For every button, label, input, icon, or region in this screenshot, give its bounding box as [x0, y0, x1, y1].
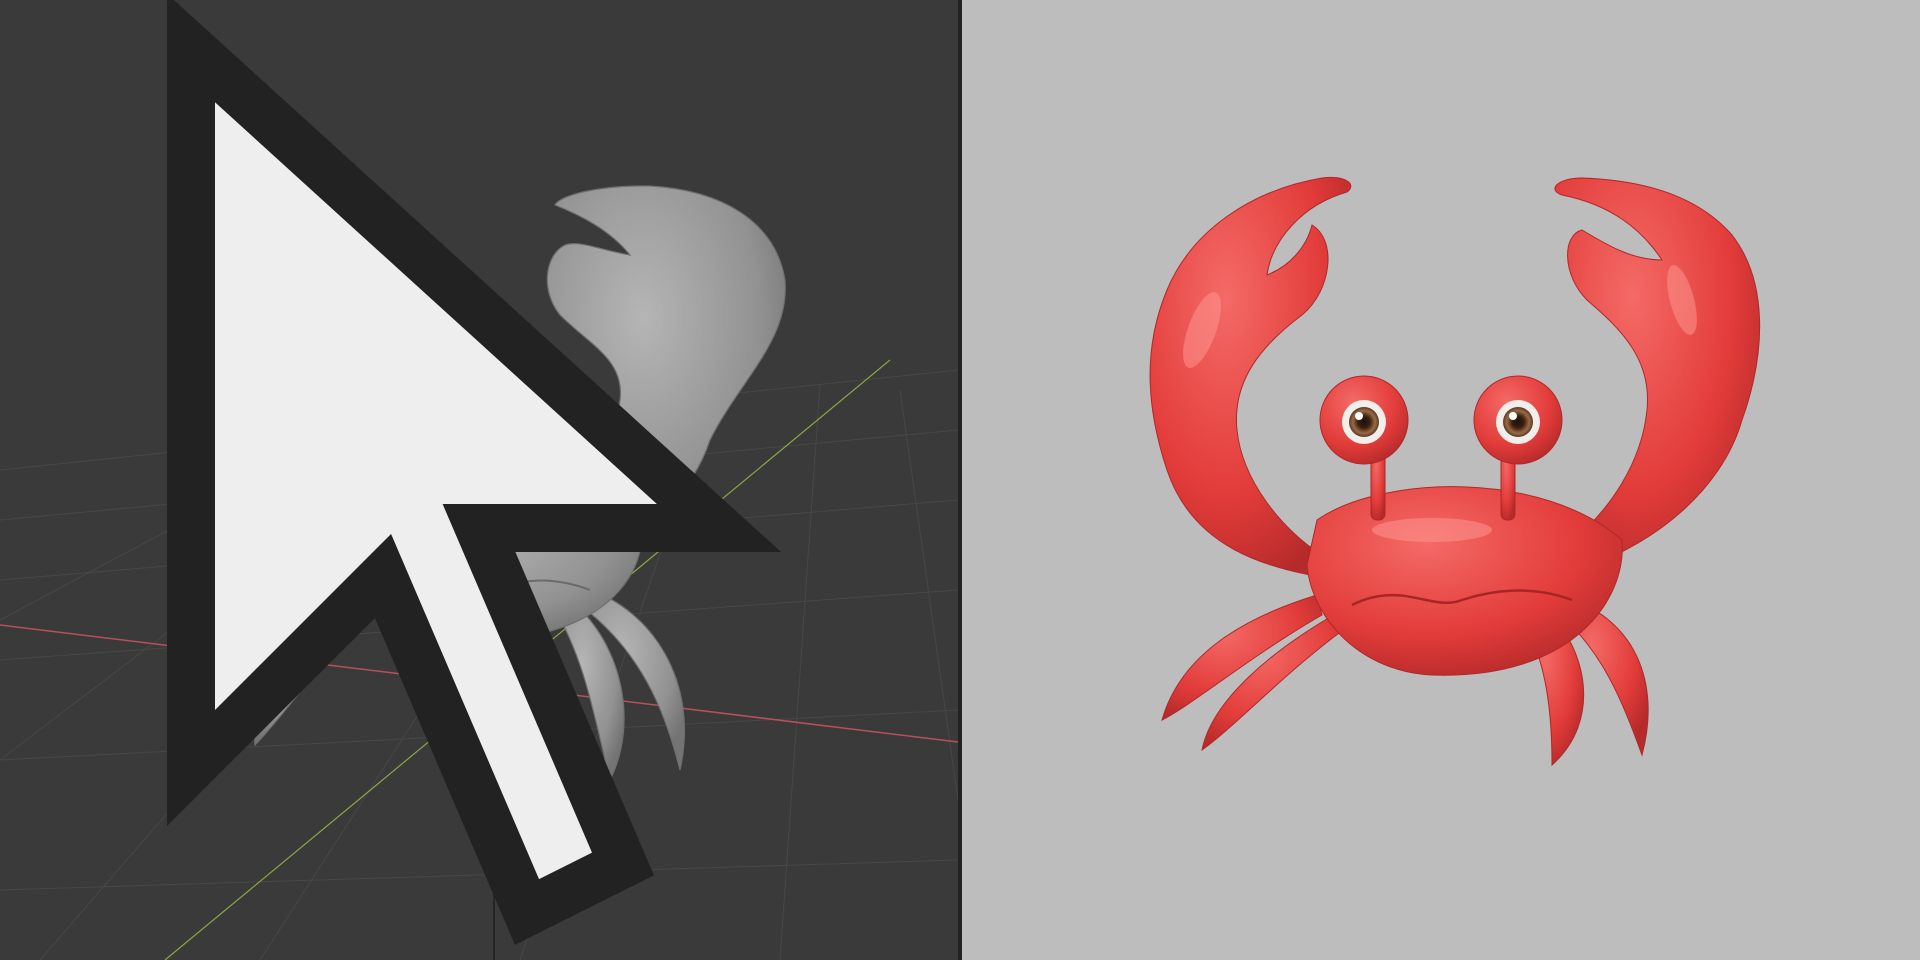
render-preview	[962, 0, 1920, 960]
mouse-pointer-icon	[166, 0, 782, 945]
render-scene	[1149, 176, 1761, 767]
3d-viewport[interactable]	[0, 0, 958, 960]
crab-render-model	[1149, 176, 1761, 767]
crab-eyes	[1342, 400, 1540, 444]
comparison-layout	[0, 0, 1920, 960]
